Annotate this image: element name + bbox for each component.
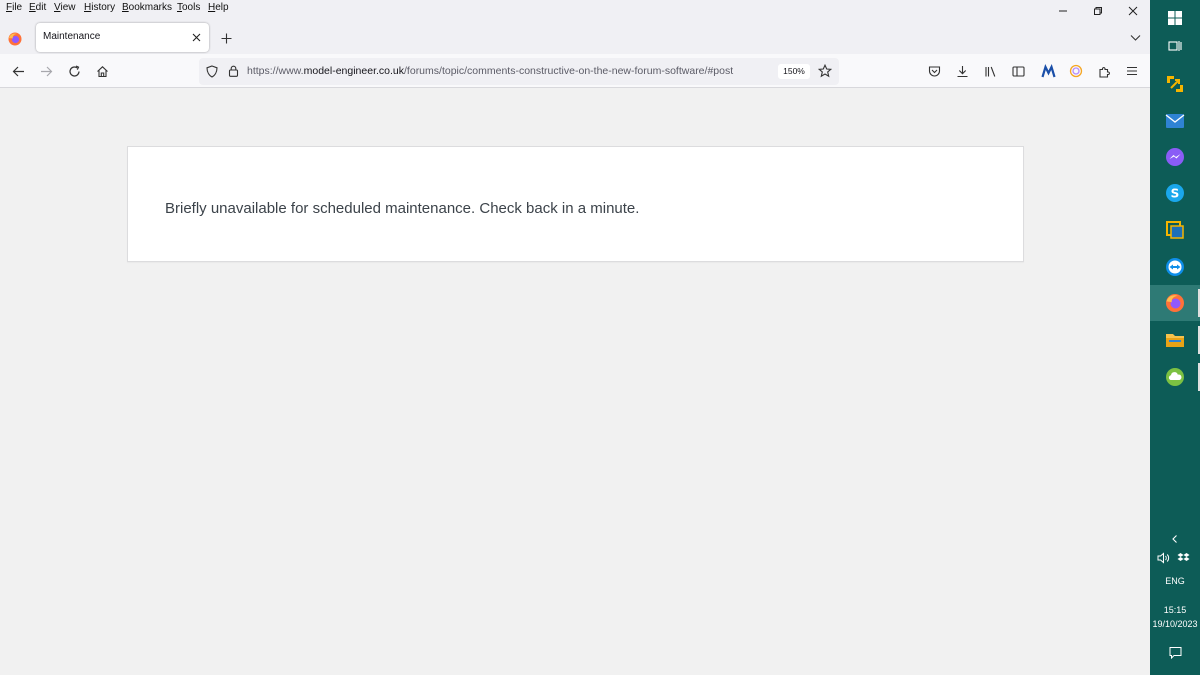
taskbar-teamviewer[interactable] (1150, 249, 1200, 285)
taskbar-app-1[interactable] (1150, 66, 1200, 102)
page-content: Briefly unavailable for scheduled mainte… (0, 88, 1150, 675)
messenger-icon (1166, 148, 1184, 166)
menu-bookmarks[interactable]: Bookmarks (122, 1, 172, 14)
close-icon (192, 33, 200, 41)
menu-edit[interactable]: Edit (29, 1, 46, 14)
extension-icon (1040, 63, 1056, 77)
downloads-icon (957, 65, 967, 77)
url-path: /forums/topic/comments-constructive-on-t… (404, 65, 734, 77)
clock-time[interactable]: 15:15 (1150, 605, 1200, 616)
url-scheme: https://www. (247, 65, 304, 77)
taskbar-file-explorer[interactable] (1150, 322, 1200, 358)
app-icon (1167, 76, 1183, 92)
skype-icon: S (1166, 184, 1184, 202)
back-button[interactable] (10, 63, 26, 79)
restore-icon (1094, 7, 1102, 15)
back-icon (12, 66, 24, 76)
chevron-left-icon (1172, 535, 1177, 543)
navigation-toolbar: https://www.model-engineer.co.uk/forums/… (0, 54, 1150, 123)
windows-start-icon (1168, 11, 1182, 25)
new-tab-button[interactable] (218, 30, 234, 46)
teamviewer-icon (1166, 258, 1184, 276)
task-view-button[interactable] (1150, 28, 1200, 64)
taskbar-firefox[interactable] (1150, 285, 1200, 321)
tracking-shield-icon (206, 64, 218, 78)
plus-icon (221, 33, 231, 43)
site-info-button[interactable] (226, 64, 240, 78)
maintenance-notice: Briefly unavailable for scheduled mainte… (127, 146, 1024, 262)
tab-maintenance[interactable]: Maintenance (36, 23, 209, 52)
show-hidden-icons-button[interactable] (1168, 532, 1182, 546)
browser-window: File Edit View History Bookmarks Tools H… (0, 0, 1150, 675)
puzzle-icon (1098, 66, 1110, 78)
taskbar-mail[interactable] (1150, 103, 1200, 139)
menu-history[interactable]: History (84, 1, 115, 14)
dropbox-tray-button[interactable] (1176, 551, 1190, 565)
task-view-icon (1168, 41, 1182, 51)
cloud-app-icon (1166, 368, 1184, 386)
extension-button[interactable] (1040, 63, 1056, 79)
firefox-icon (1166, 294, 1184, 312)
pocket-icon (928, 65, 940, 76)
url-bar[interactable]: https://www.model-engineer.co.uk/forums/… (199, 58, 839, 85)
firefox-logo[interactable] (8, 32, 22, 46)
zoom-reset-button[interactable]: 150% (778, 64, 810, 79)
sidebar-button[interactable] (1010, 63, 1026, 79)
tracking-protection-button[interactable] (205, 64, 219, 78)
app-menu-button[interactable] (1124, 63, 1140, 79)
library-button[interactable] (982, 63, 998, 79)
reload-button[interactable] (66, 63, 82, 79)
action-center-button[interactable] (1168, 645, 1182, 659)
close-icon (1128, 6, 1138, 16)
taskbar-skype[interactable]: S (1150, 175, 1200, 211)
file-explorer-icon (1166, 334, 1184, 347)
account-button[interactable] (1068, 63, 1084, 79)
tab-close-button[interactable] (189, 30, 203, 44)
menu-view[interactable]: View (54, 1, 76, 14)
bookmark-button[interactable] (818, 64, 832, 78)
hamburger-menu-icon (1127, 66, 1137, 76)
clock-date[interactable]: 19/10/2023 (1150, 619, 1200, 630)
home-button[interactable] (94, 63, 110, 79)
sidebar-icon (1011, 65, 1025, 77)
taskbar-virtualbox[interactable] (1150, 212, 1200, 248)
url-text[interactable]: https://www.model-engineer.co.uk/forums/… (247, 65, 772, 78)
maintenance-message: Briefly unavailable for scheduled mainte… (165, 200, 640, 217)
account-icon (1069, 64, 1083, 78)
lock-icon (228, 65, 238, 77)
menu-help[interactable]: Help (208, 1, 229, 14)
mail-icon (1165, 114, 1185, 128)
taskbar: S ENG 15:15 19/10/2023 (1150, 0, 1200, 675)
menu-tools[interactable]: Tools (177, 1, 200, 14)
list-all-tabs-button[interactable] (1128, 30, 1142, 44)
forward-icon (40, 66, 52, 76)
extensions-button[interactable] (1096, 63, 1112, 79)
tab-title: Maintenance (43, 31, 101, 42)
pocket-button[interactable] (926, 63, 942, 79)
dropbox-icon (1177, 553, 1189, 561)
taskbar-cloud-app[interactable] (1150, 359, 1200, 395)
downloads-button[interactable] (954, 63, 970, 79)
volume-icon (1157, 552, 1169, 564)
minimize-icon (1059, 10, 1067, 12)
menu-bar: File Edit View History Bookmarks Tools H… (0, 0, 1150, 16)
input-language-indicator[interactable]: ENG (1150, 576, 1200, 587)
home-icon (96, 65, 108, 77)
chevron-down-icon (1130, 34, 1140, 41)
bookmark-star-icon (818, 64, 832, 78)
taskbar-messenger[interactable] (1150, 139, 1200, 175)
menu-file[interactable]: File (6, 1, 22, 14)
tab-strip: Maintenance (0, 16, 1150, 54)
forward-button[interactable] (38, 63, 54, 79)
svg-text:S: S (1171, 187, 1180, 201)
library-icon (984, 66, 995, 77)
url-host: model-engineer.co.uk (303, 65, 405, 77)
volume-button[interactable] (1156, 551, 1170, 565)
notification-icon (1169, 646, 1181, 659)
reload-icon (68, 64, 80, 77)
virtualbox-icon (1166, 221, 1184, 239)
